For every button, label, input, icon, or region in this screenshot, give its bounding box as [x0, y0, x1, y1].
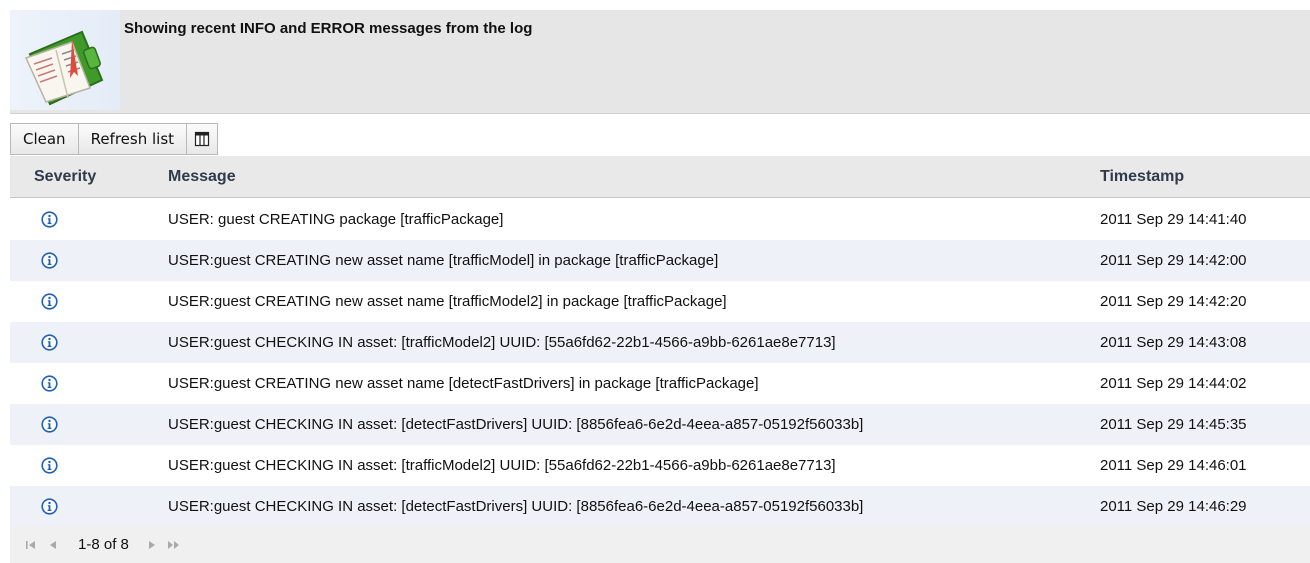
table-row[interactable]: USER:guest CREATING new asset name [dete…: [10, 363, 1310, 404]
refresh-list-button[interactable]: Refresh list: [77, 123, 188, 155]
info-icon: [41, 334, 58, 351]
previous-page-icon: [50, 540, 56, 549]
info-icon: [41, 416, 58, 433]
next-page-button[interactable]: [141, 534, 163, 556]
table-row[interactable]: USER:guest CHECKING IN asset: [trafficMo…: [10, 322, 1310, 363]
first-page-icon: [26, 540, 35, 549]
message-cell: USER:guest CREATING new asset name [traf…: [168, 293, 727, 310]
toolbar: Clean Refresh list: [10, 123, 219, 155]
table-header: Severity Message Timestamp: [10, 156, 1310, 198]
timestamp-cell: 2011 Sep 29 14:44:02: [1100, 375, 1247, 392]
column-header-timestamp[interactable]: Timestamp: [1100, 156, 1184, 198]
table-body: USER: guest CREATING package [trafficPac…: [10, 199, 1310, 527]
timestamp-cell: 2011 Sep 29 14:41:40: [1100, 211, 1247, 228]
last-page-button[interactable]: [163, 534, 185, 556]
header-panel: Showing recent INFO and ERROR messages f…: [10, 10, 1310, 114]
message-cell: USER: guest CREATING package [trafficPac…: [168, 211, 504, 228]
info-icon: [41, 211, 58, 228]
table-row[interactable]: USER:guest CHECKING IN asset: [detectFas…: [10, 486, 1310, 527]
message-cell: USER:guest CHECKING IN asset: [detectFas…: [168, 498, 864, 515]
info-icon: [41, 252, 58, 269]
column-header-message[interactable]: Message: [168, 156, 236, 198]
last-page-icon: [167, 540, 179, 549]
column-header-severity[interactable]: Severity: [34, 156, 96, 198]
clean-button[interactable]: Clean: [10, 123, 79, 155]
columns-icon: [194, 131, 210, 147]
message-cell: USER:guest CREATING new asset name [dete…: [168, 375, 759, 392]
log-viewer: Showing recent INFO and ERROR messages f…: [0, 0, 1310, 563]
timestamp-cell: 2011 Sep 29 14:42:20: [1100, 293, 1247, 310]
pager: 1-8 of 8: [10, 526, 1310, 563]
table-row[interactable]: USER:guest CHECKING IN asset: [detectFas…: [10, 404, 1310, 445]
timestamp-cell: 2011 Sep 29 14:42:00: [1100, 252, 1247, 269]
page-range-text: 1-8 of 8: [78, 536, 129, 553]
table-row[interactable]: USER: guest CREATING package [trafficPac…: [10, 199, 1310, 240]
table-row[interactable]: USER:guest CHECKING IN asset: [trafficMo…: [10, 445, 1310, 486]
log-table: Severity Message Timestamp USER: guest C…: [10, 156, 1310, 527]
page-title: Showing recent INFO and ERROR messages f…: [124, 20, 533, 37]
timestamp-cell: 2011 Sep 29 14:46:29: [1100, 498, 1247, 515]
info-icon: [41, 498, 58, 515]
table-row[interactable]: USER:guest CREATING new asset name [traf…: [10, 281, 1310, 322]
timestamp-cell: 2011 Sep 29 14:45:35: [1100, 416, 1247, 433]
next-page-icon: [148, 540, 155, 549]
table-row[interactable]: USER:guest CREATING new asset name [traf…: [10, 240, 1310, 281]
message-cell: USER:guest CHECKING IN asset: [trafficMo…: [168, 334, 836, 351]
first-page-button[interactable]: [20, 534, 42, 556]
log-book-icon: [10, 10, 120, 110]
message-cell: USER:guest CHECKING IN asset: [detectFas…: [168, 416, 864, 433]
info-icon: [41, 293, 58, 310]
info-icon: [41, 457, 58, 474]
timestamp-cell: 2011 Sep 29 14:43:08: [1100, 334, 1247, 351]
message-cell: USER:guest CREATING new asset name [traf…: [168, 252, 719, 269]
timestamp-cell: 2011 Sep 29 14:46:01: [1100, 457, 1247, 474]
message-cell: USER:guest CHECKING IN asset: [trafficMo…: [168, 457, 836, 474]
columns-button[interactable]: [186, 123, 219, 155]
previous-page-button[interactable]: [42, 534, 64, 556]
info-icon: [41, 375, 58, 392]
